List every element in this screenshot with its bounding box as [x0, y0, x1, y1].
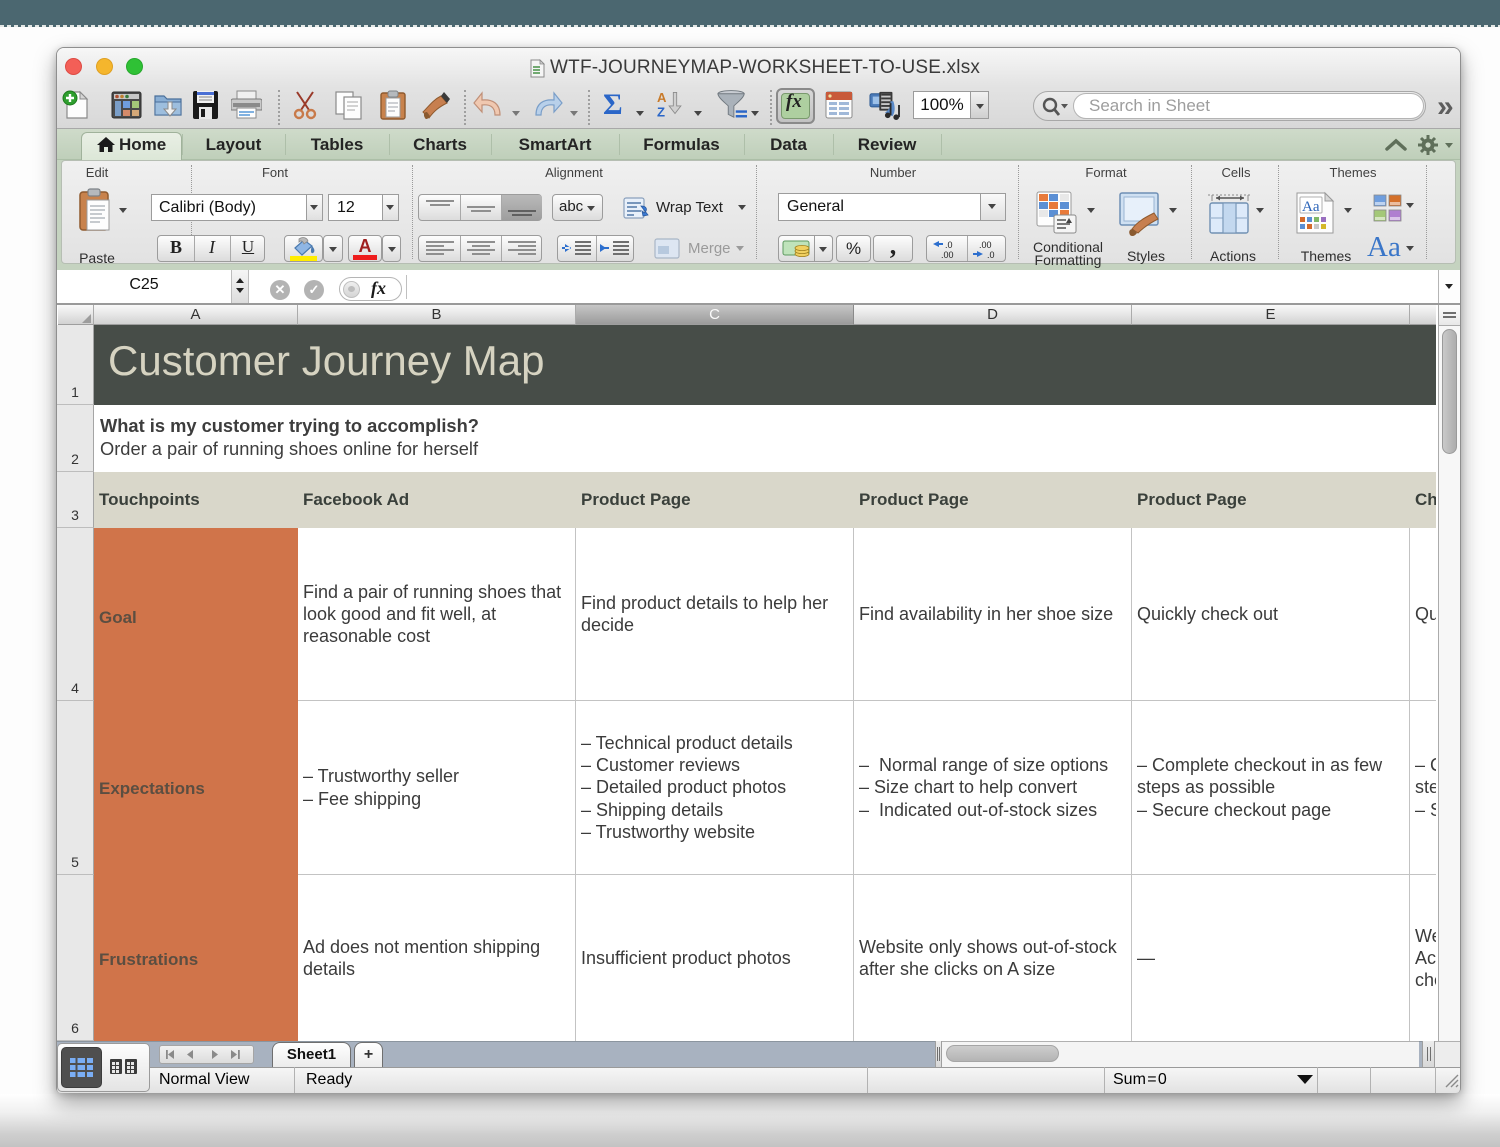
svg-text:A: A: [657, 90, 667, 105]
svg-text:Z: Z: [657, 104, 665, 119]
svg-text:.0: .0: [987, 250, 995, 259]
svg-text:Aa: Aa: [1302, 199, 1320, 215]
svg-text:.0: .0: [945, 240, 953, 250]
svg-text:.00: .00: [979, 240, 992, 250]
svg-text:.00: .00: [941, 250, 954, 259]
